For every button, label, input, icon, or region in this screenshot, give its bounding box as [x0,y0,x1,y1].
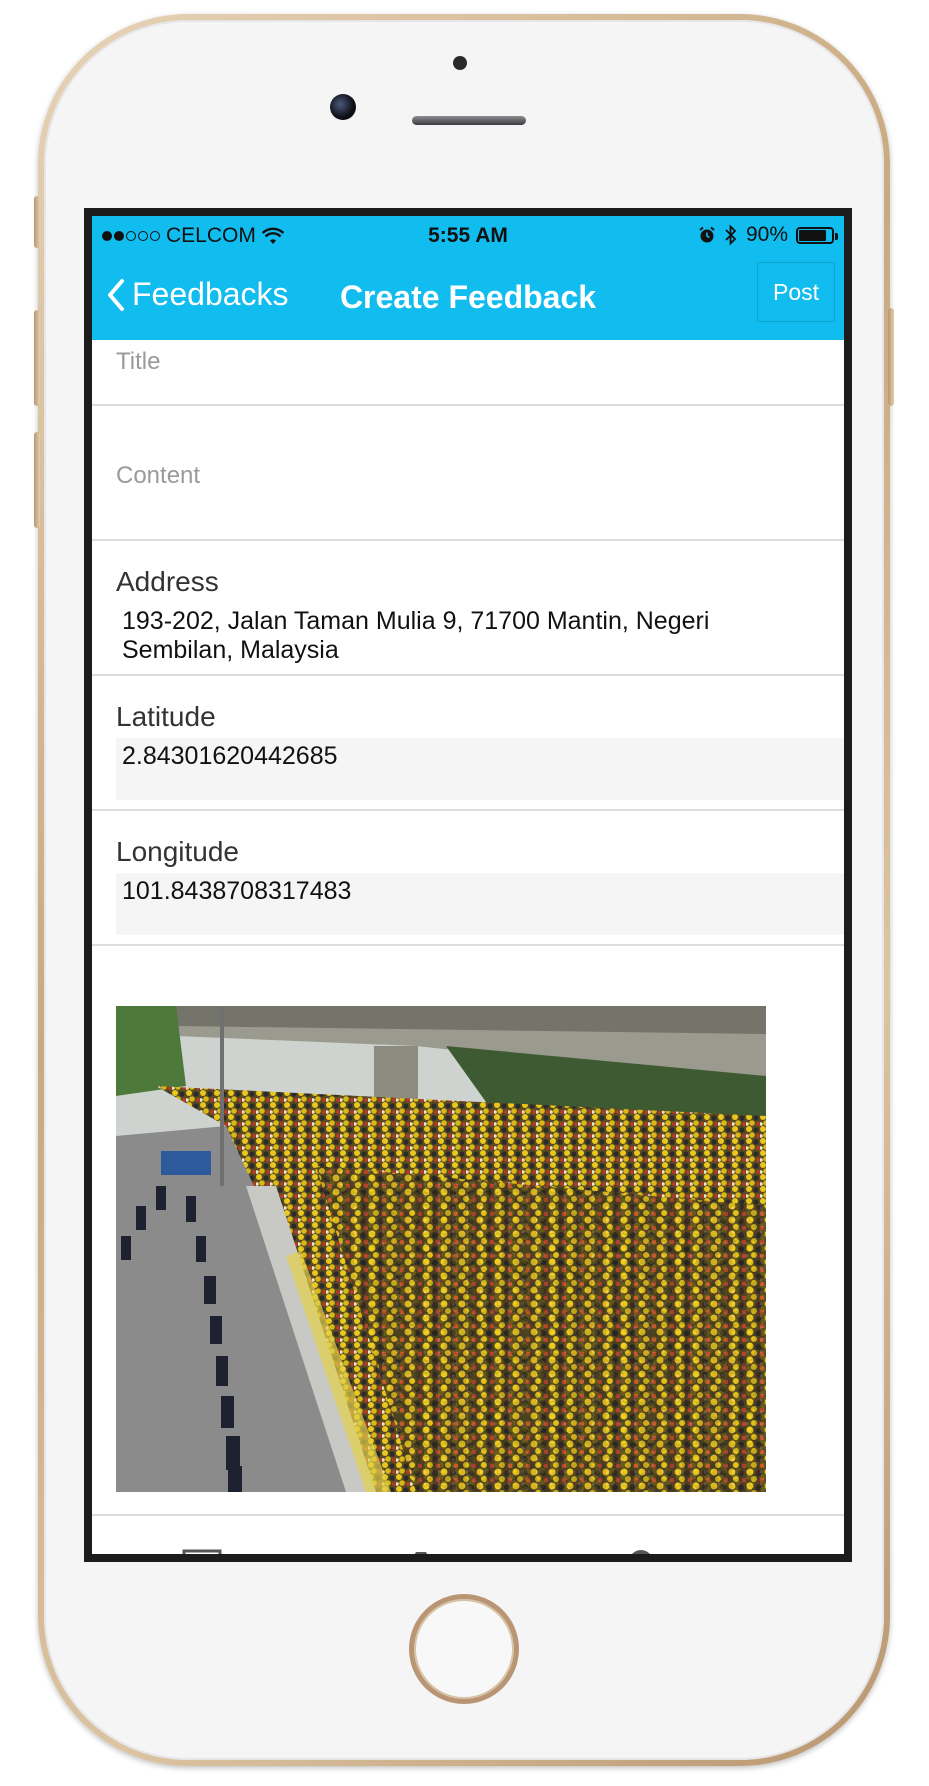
address-label: Address [116,566,219,597]
volume-up-button [34,310,40,406]
front-camera [330,94,356,120]
camera-icon[interactable] [399,1549,443,1554]
latitude-label: Latitude [116,701,216,732]
battery-percent: 90% [745,223,788,246]
screen: CELCOM 5:55 AM 90% Feedbacks Create Feed… [84,208,852,1562]
longitude-field: Longitude 101.8438708317483 [92,811,844,946]
bluetooth-icon [725,224,737,246]
back-button[interactable]: Feedbacks [106,276,289,313]
content-placeholder: Content [116,462,201,489]
chevron-left-icon [108,278,124,311]
attached-photo[interactable] [116,1006,766,1492]
image-icon[interactable] [182,1549,222,1554]
alarm-icon [699,226,715,243]
title-placeholder: Title [116,348,161,375]
mute-switch [34,196,40,248]
address-field: Address 193-202, Jalan Taman Mulia 9, 71… [92,541,844,676]
location-pin-icon[interactable] [627,1549,655,1554]
proximity-sensor [453,56,467,70]
title-field[interactable]: Title [92,340,844,406]
feedback-form: Title Content Address 193-202, Jalan Tam… [92,340,844,1516]
power-button [888,308,894,406]
earpiece-speaker [412,116,526,125]
latitude-field: Latitude 2.84301620442685 [92,676,844,811]
attachment-toolbar [92,1537,844,1554]
content-field[interactable]: Content [92,406,844,541]
longitude-label: Longitude [116,836,240,867]
status-right: 90% [698,223,838,247]
status-bar: CELCOM 5:55 AM 90% [92,216,844,256]
home-button[interactable] [409,1594,519,1704]
volume-down-button [34,432,40,528]
latitude-input[interactable]: 2.84301620442685 [116,738,844,800]
longitude-input[interactable]: 101.8438708317483 [116,873,844,935]
back-button-label: Feedbacks [132,276,289,312]
crowd-photo-illustration [116,1006,766,1492]
battery-fill [799,229,826,241]
address-value: 193-202, Jalan Taman Mulia 9, 71700 Mant… [122,607,710,664]
battery-icon [796,226,838,244]
post-button[interactable]: Post [757,262,835,322]
app-screen: CELCOM 5:55 AM 90% Feedbacks Create Feed… [92,216,844,1554]
navigation-bar: Feedbacks Create Feedback Post [92,256,844,340]
photo-attachment-area [92,946,844,1516]
